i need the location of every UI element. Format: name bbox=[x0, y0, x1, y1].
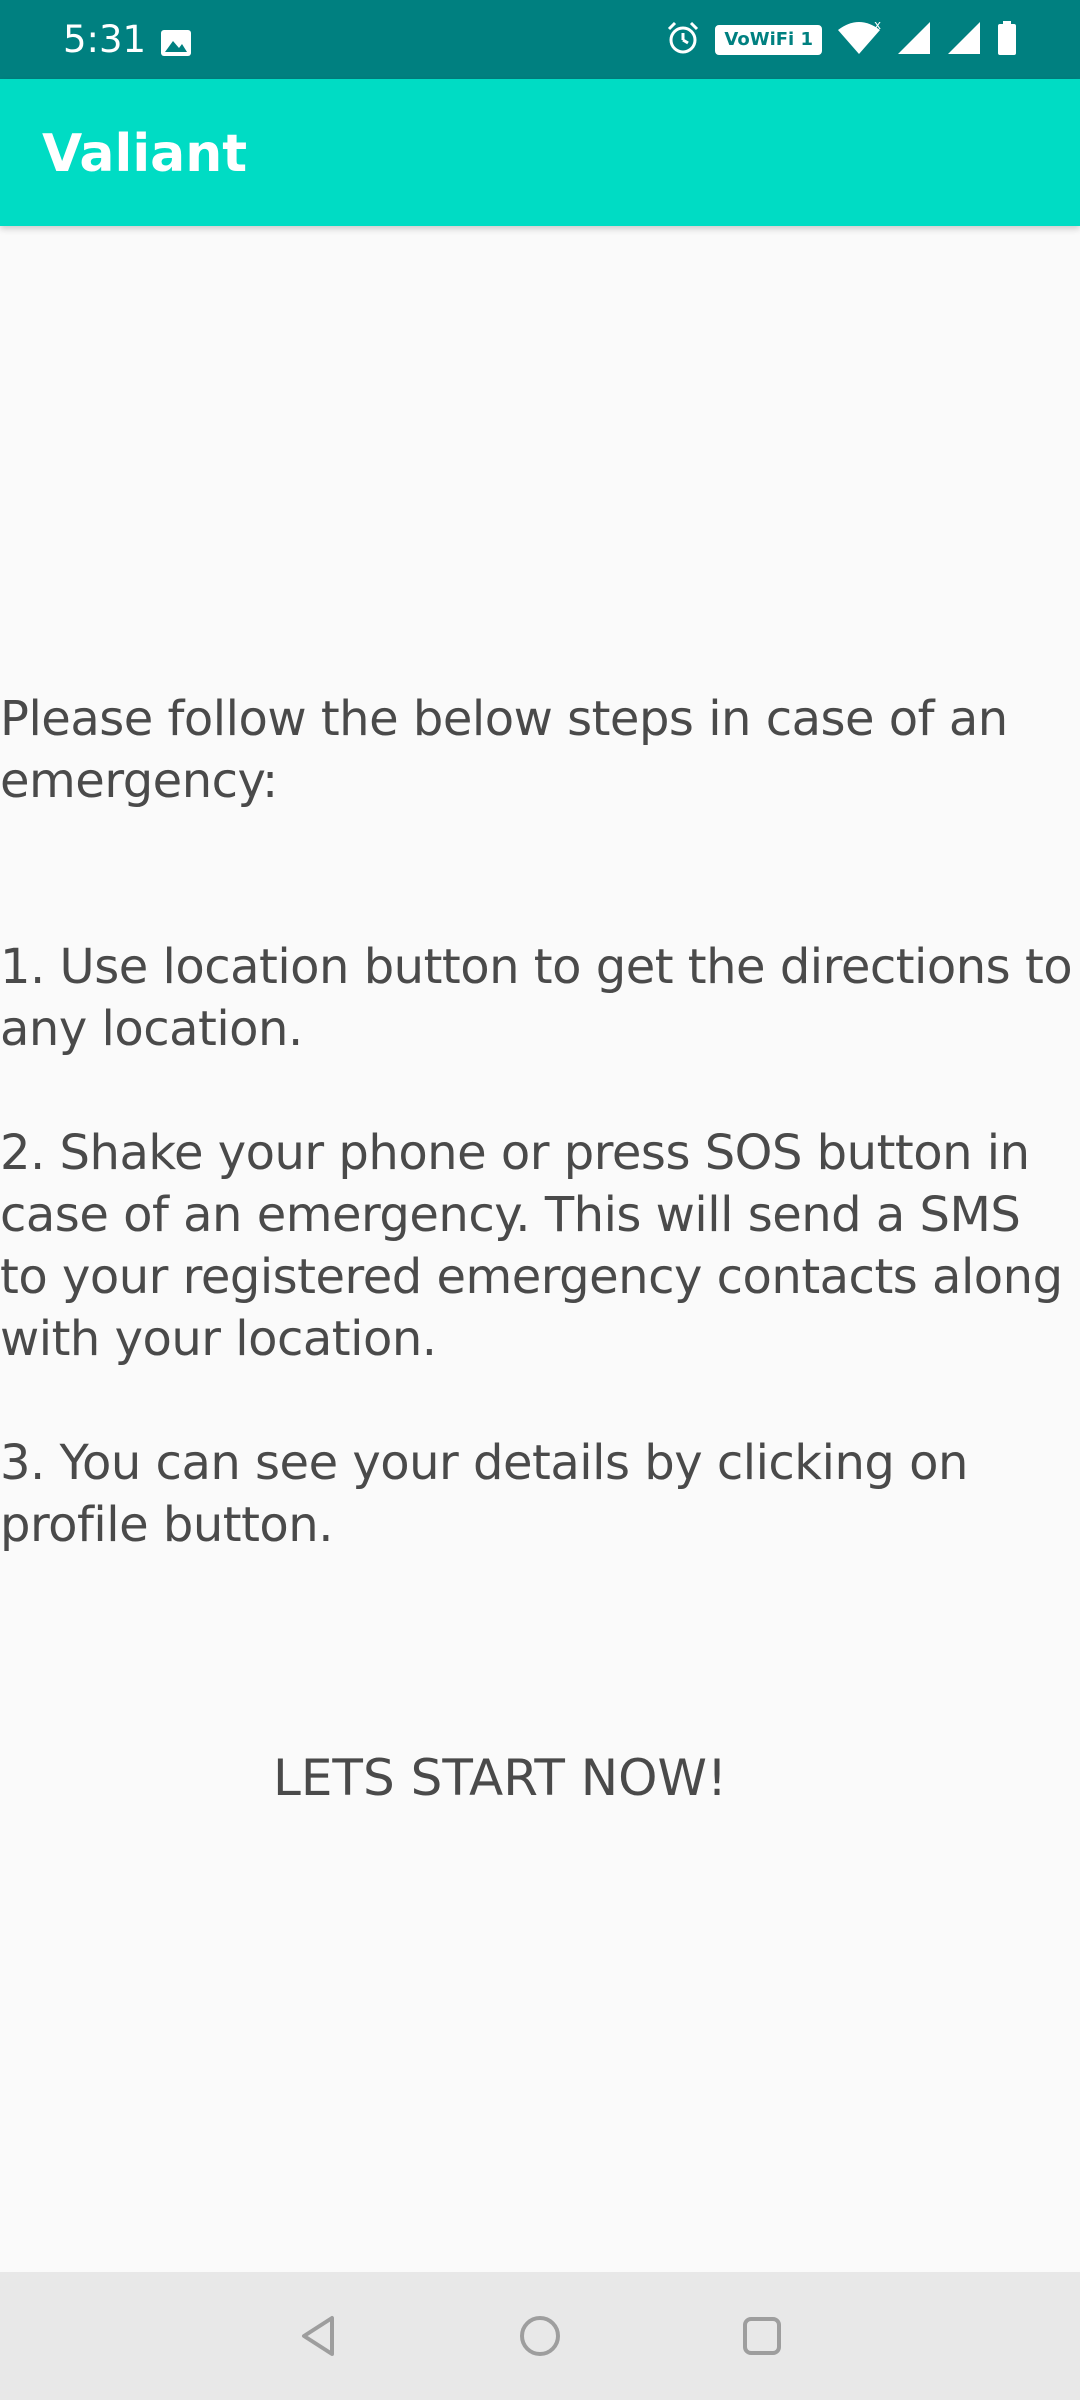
recent-apps-icon[interactable] bbox=[726, 2300, 798, 2372]
signal-icon bbox=[946, 20, 982, 60]
instruction-step-2: 2. Shake your phone or press SOS button … bbox=[0, 1125, 1063, 1367]
instructions-text: Please follow the below steps in case of… bbox=[0, 688, 1080, 1618]
status-time: 5:31 bbox=[63, 18, 147, 61]
status-bar: 5:31 VoWiFi 1 x bbox=[0, 0, 1080, 79]
app-bar: Valiant bbox=[0, 79, 1080, 226]
instruction-step-1: 1. Use location button to get the direct… bbox=[0, 939, 1073, 1057]
instructions-intro: Please follow the below steps in case of… bbox=[0, 691, 1008, 809]
signal-icon bbox=[896, 20, 932, 60]
start-button[interactable]: LETS START NOW! bbox=[240, 1733, 760, 1823]
svg-text:x: x bbox=[874, 20, 881, 32]
battery-icon bbox=[996, 20, 1018, 60]
home-icon[interactable] bbox=[504, 2300, 576, 2372]
image-icon bbox=[160, 27, 192, 59]
main-content: Please follow the below steps in case of… bbox=[0, 226, 1080, 2272]
alarm-icon bbox=[665, 20, 701, 60]
navigation-bar bbox=[0, 2272, 1080, 2400]
vowifi-icon: VoWiFi 1 bbox=[715, 24, 822, 55]
instruction-step-3: 3. You can see your details by clicking … bbox=[0, 1435, 968, 1553]
status-icons: VoWiFi 1 x bbox=[665, 0, 1018, 79]
back-icon[interactable] bbox=[284, 2300, 356, 2372]
app-title: Valiant bbox=[42, 124, 248, 184]
wifi-icon: x bbox=[836, 18, 882, 60]
